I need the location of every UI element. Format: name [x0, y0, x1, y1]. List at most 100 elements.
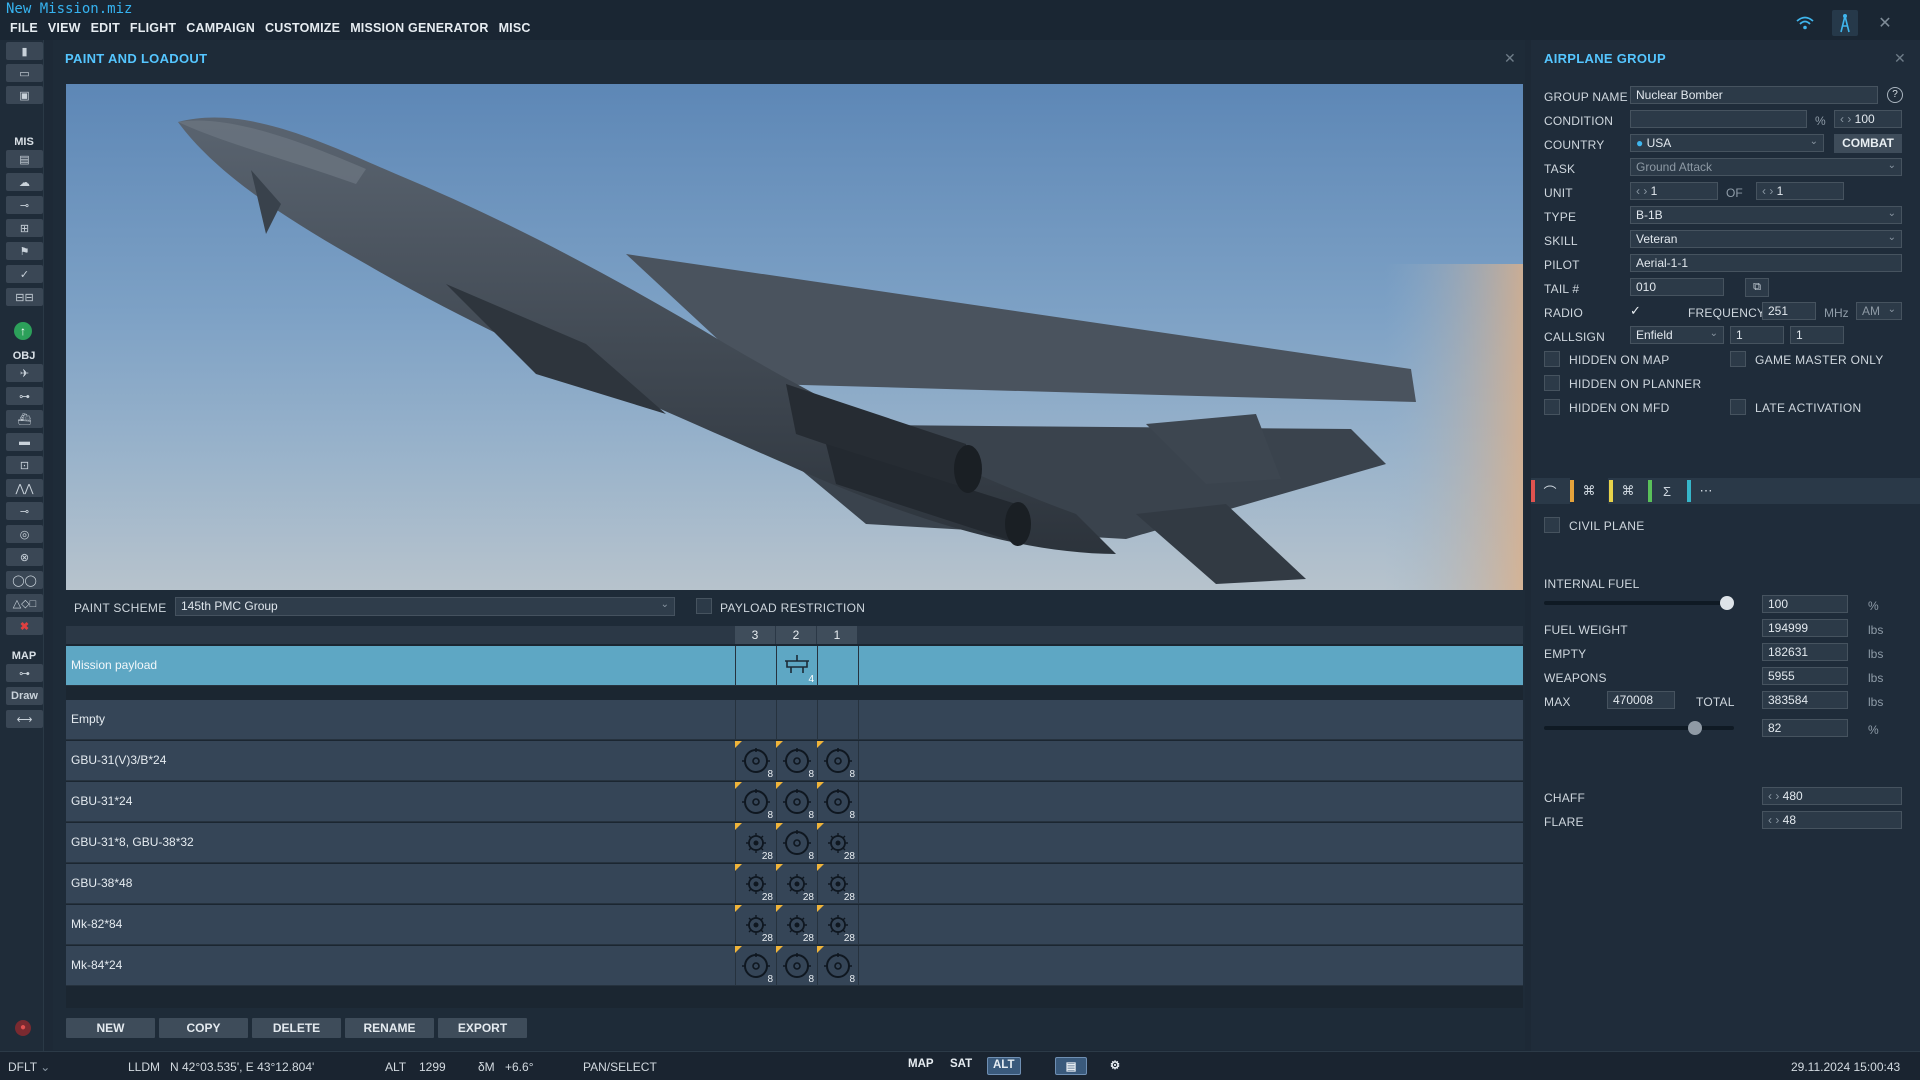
shapes-icon[interactable]: △◇□ [6, 594, 43, 612]
group-icon[interactable]: ◯◯ [6, 571, 43, 589]
export-button[interactable]: EXPORT [438, 1018, 527, 1038]
loadout-row[interactable]: GBU-38*48 28 28 28 [66, 864, 1523, 904]
check-icon[interactable]: ✓ [6, 265, 43, 283]
settings-gear-icon[interactable]: ⚙ [1103, 1057, 1127, 1075]
target-icon[interactable]: ◎ [6, 525, 43, 543]
pilot-input[interactable]: Aerial-1-1 [1630, 254, 1902, 272]
map-view-button[interactable]: MAP [903, 1057, 939, 1075]
condition-stepper[interactable]: ‹ › 100 [1834, 110, 1902, 128]
pylon-3-cell[interactable]: 8 [735, 741, 775, 781]
hidden-on-planner-checkbox[interactable] [1544, 375, 1560, 391]
callsign-select[interactable]: Enfield ⌄ [1630, 326, 1724, 344]
country-select[interactable]: ● USA ⌄ [1630, 134, 1824, 152]
fuel-weight-value[interactable]: 194999 [1762, 619, 1848, 637]
briefing-icon[interactable]: ▤ [6, 150, 43, 168]
pylon-2-cell[interactable]: 28 [776, 864, 816, 904]
static-icon[interactable]: ⊡ [6, 456, 43, 474]
loadout-row[interactable]: GBU-31*24 8 8 8 [66, 782, 1523, 822]
window-close-icon[interactable]: ✕ [1872, 10, 1898, 36]
rename-button[interactable]: RENAME [345, 1018, 434, 1038]
payload-restriction-checkbox[interactable] [696, 598, 712, 614]
combat-button[interactable]: COMBAT [1834, 134, 1902, 153]
layers-icon[interactable]: ▤ [1055, 1057, 1087, 1075]
menu-mission-generator[interactable]: MISSION GENERATOR [350, 21, 488, 35]
loadout-row[interactable]: Mk-84*24 8 8 8 [66, 946, 1523, 986]
nav-point-icon[interactable]: ⊸ [6, 502, 43, 520]
radio-checkbox[interactable]: ✓ [1630, 303, 1646, 319]
airplane-group-close-icon[interactable]: ✕ [1894, 50, 1906, 67]
flag-icon[interactable]: ⚑ [6, 242, 43, 260]
loadout-row[interactable]: Mk-82*84 28 28 28 [66, 905, 1523, 945]
zone-icon[interactable]: ⊞ [6, 219, 43, 237]
pylon-1-cell[interactable]: 8 [817, 782, 857, 822]
hidden-on-mfd-checkbox[interactable] [1544, 399, 1560, 415]
pylon-2-cell[interactable]: 8 [776, 823, 816, 863]
menu-customize[interactable]: CUSTOMIZE [265, 21, 340, 35]
weather-icon[interactable]: ☁ [6, 173, 43, 191]
template-icon[interactable]: ⋀⋀ [6, 479, 43, 497]
pylon-2-cell[interactable]: 8 [776, 782, 816, 822]
map-key-icon[interactable]: ⊶ [6, 664, 43, 682]
rules-icon[interactable]: ⊟⊟ [6, 288, 43, 306]
tab-more[interactable]: ⋯ [1687, 478, 1725, 504]
menu-campaign[interactable]: CAMPAIGN [186, 21, 255, 35]
unit-stepper[interactable]: ‹ › 1 [1630, 182, 1718, 200]
help-icon[interactable]: ? [1887, 87, 1903, 103]
ruler-icon[interactable]: ⟷ [6, 710, 43, 728]
loadout-row[interactable]: GBU-31(V)3/B*24 8 8 8 [66, 741, 1523, 781]
pylon-3-cell[interactable]: 28 [735, 864, 775, 904]
paint-loadout-close-icon[interactable]: ✕ [1504, 50, 1516, 67]
callsign-number-2[interactable]: 1 [1790, 326, 1844, 344]
new-icon[interactable]: ▮ [6, 42, 43, 60]
slider-knob[interactable] [1720, 596, 1734, 610]
internal-fuel-input[interactable]: 100 [1762, 595, 1848, 613]
flare-stepper[interactable]: ‹ › 48 [1762, 811, 1902, 829]
wifi-icon[interactable] [1792, 10, 1818, 36]
skill-select[interactable]: Veteran ⌄ [1630, 230, 1902, 248]
pylon-1-cell[interactable]: 8 [817, 741, 857, 781]
tail-input[interactable]: 010 [1630, 278, 1724, 296]
mode-select[interactable]: DFLT ⌄ [8, 1060, 50, 1074]
unit-of-stepper[interactable]: ‹ › 1 [1756, 182, 1844, 200]
menu-file[interactable]: FILE [10, 21, 38, 35]
condition-bar[interactable] [1630, 110, 1807, 128]
coord-format-label[interactable]: LLDM [128, 1060, 160, 1074]
new-button[interactable]: NEW [66, 1018, 155, 1038]
trigger-icon[interactable]: ⊸ [6, 196, 43, 214]
tab-options[interactable]: ⌘ [1609, 478, 1647, 504]
tab-summary[interactable]: Σ [1648, 478, 1686, 504]
loadout-row[interactable]: Empty [66, 700, 1523, 740]
pylon-1-cell[interactable]: 28 [817, 823, 857, 863]
delete-icon[interactable]: ✖ [6, 617, 43, 635]
helper-icon[interactable]: ↑ [14, 322, 32, 340]
copy-button[interactable]: COPY [159, 1018, 248, 1038]
pylon-2-cell[interactable]: 28 [776, 905, 816, 945]
tab-payload[interactable]: ⌘ [1570, 478, 1608, 504]
pylon-2-cell[interactable]: 8 [776, 741, 816, 781]
pylon-2-cell[interactable]: 8 [776, 946, 816, 986]
airplane-icon[interactable]: ✈ [6, 364, 43, 382]
group-name-input[interactable]: Nuclear Bomber [1630, 86, 1878, 104]
open-icon[interactable]: ▭ [6, 64, 43, 82]
sat-view-button[interactable]: SAT [945, 1057, 977, 1075]
paint-scheme-select[interactable]: 145th PMC Group ⌄ [175, 597, 675, 616]
pylon-1-cell[interactable]: 8 [817, 946, 857, 986]
frequency-input[interactable]: 251 [1762, 302, 1816, 320]
task-select[interactable]: Ground Attack ⌄ [1630, 158, 1902, 176]
pylon-3-cell[interactable]: 8 [735, 946, 775, 986]
late-activation-checkbox[interactable] [1730, 399, 1746, 415]
menu-edit[interactable]: EDIT [91, 21, 120, 35]
delete-button[interactable]: DELETE [252, 1018, 341, 1038]
ship-icon[interactable]: ⛴ [6, 410, 43, 428]
pylon-1-cell[interactable]: 28 [817, 864, 857, 904]
copy-tail-icon[interactable]: ⧉ [1745, 278, 1769, 297]
pylon-1-cell[interactable]: 28 [817, 905, 857, 945]
pylon-3-cell[interactable]: 28 [735, 823, 775, 863]
record-icon[interactable]: ● [15, 1020, 31, 1036]
mission-payload-row[interactable]: Mission payload 4 [66, 646, 1523, 686]
menu-misc[interactable]: MISC [499, 21, 531, 35]
callsign-number-1[interactable]: 1 [1730, 326, 1784, 344]
hidden-on-map-checkbox[interactable] [1544, 351, 1560, 367]
modulation-select[interactable]: AM ⌄ [1856, 302, 1902, 320]
alt-view-button[interactable]: ALT [987, 1057, 1021, 1075]
